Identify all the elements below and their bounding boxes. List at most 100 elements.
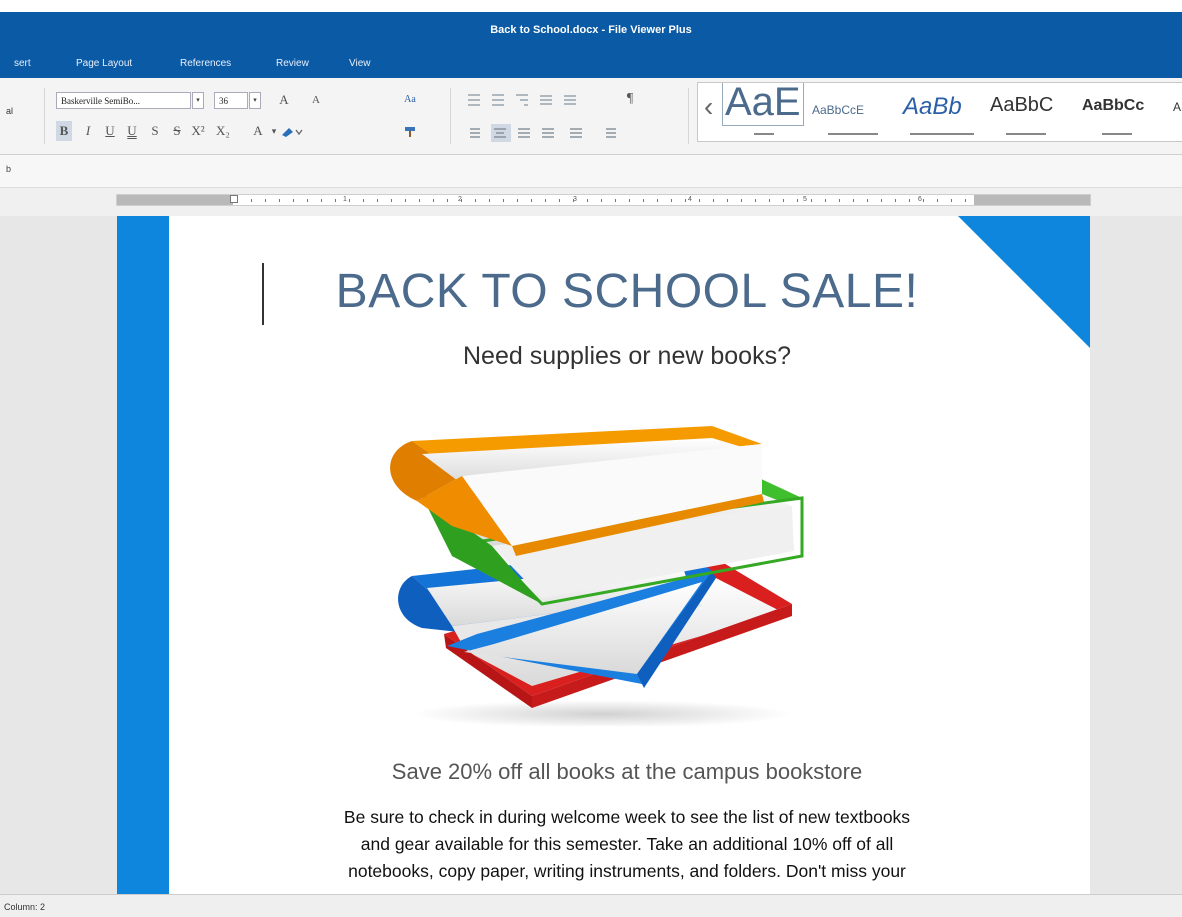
- ruler-tick: [643, 199, 644, 202]
- style-caption-placeholder: [828, 133, 878, 135]
- shrink-font-button[interactable]: A: [308, 90, 324, 110]
- document-body[interactable]: Be sure to check in during welcome week …: [237, 804, 1017, 885]
- ruler-tick: [405, 199, 406, 202]
- styles-gallery[interactable]: ‹ AaE AaBbCcE AaBb AaBbC AaBbCc A: [697, 82, 1182, 142]
- ruler-tick: [741, 199, 742, 202]
- ruler-tick: [755, 199, 756, 202]
- style-caption-placeholder: [910, 133, 974, 135]
- paragraph-align-icons: [470, 124, 616, 142]
- change-case-button[interactable]: Aa: [402, 90, 418, 110]
- style-heading-2[interactable]: AaBbCc: [1082, 97, 1144, 115]
- ruler-number: 4: [688, 196, 692, 203]
- ruler-tick: [279, 199, 280, 202]
- ruler-tick: [293, 199, 294, 202]
- italic-button[interactable]: I: [80, 121, 96, 141]
- ribbon-separator: [688, 88, 689, 144]
- ruler-tick: [615, 199, 616, 202]
- font-name-field[interactable]: Baskerville SemiBo...: [56, 92, 191, 109]
- left-accent-bar: [117, 216, 169, 894]
- strikethrough-button[interactable]: S: [147, 121, 163, 141]
- ruler-tick: [671, 199, 672, 202]
- style-heading-1[interactable]: AaBbC: [990, 94, 1053, 117]
- font-size-dropdown[interactable]: ▾: [249, 92, 261, 109]
- ruler-tick: [895, 199, 896, 202]
- toolbar-clipped-label: b: [6, 164, 12, 174]
- ruler-tick: [797, 199, 798, 202]
- ruler-tick: [349, 199, 350, 202]
- ruler-tick: [839, 199, 840, 202]
- ruler-tick: [965, 199, 966, 202]
- ruler-tick: [951, 199, 952, 202]
- document-page[interactable]: BACK TO SCHOOL SALE! Need supplies or ne…: [117, 216, 1090, 894]
- bold-button[interactable]: B: [56, 121, 72, 141]
- ruler-tick: [419, 199, 420, 202]
- style-title[interactable]: AaE: [722, 83, 804, 126]
- ruler-tick: [265, 199, 266, 202]
- ruler-tick: [881, 199, 882, 202]
- ruler-tick: [783, 199, 784, 202]
- style-more[interactable]: A: [1173, 100, 1181, 114]
- ruler-tick: [657, 199, 658, 202]
- ruler-tick: [923, 199, 924, 202]
- font-color-button[interactable]: A: [250, 121, 266, 141]
- document-title[interactable]: BACK TO SCHOOL SALE!: [217, 264, 1037, 319]
- tab-view[interactable]: View: [349, 58, 371, 69]
- ruler-tick: [461, 199, 462, 202]
- format-painter-icon[interactable]: [402, 123, 422, 139]
- show-formatting-button[interactable]: ¶: [622, 89, 638, 109]
- tab-references[interactable]: References: [180, 58, 231, 69]
- document-area[interactable]: BACK TO SCHOOL SALE! Need supplies or ne…: [0, 216, 1182, 894]
- styles-scroll-left-icon[interactable]: ‹: [704, 91, 713, 123]
- window-top-strip: [0, 0, 1182, 12]
- ruler-tick: [559, 199, 560, 202]
- ruler-tick: [713, 199, 714, 202]
- ruler-tick: [769, 199, 770, 202]
- ruler-tick: [321, 199, 322, 202]
- style-caption-placeholder: [1006, 133, 1046, 135]
- grow-font-button[interactable]: A: [276, 90, 292, 110]
- ruler-tick: [237, 199, 238, 202]
- ruler-tick: [251, 199, 252, 202]
- secondary-toolbar: b: [0, 155, 1182, 188]
- double-strikethrough-button[interactable]: S: [169, 121, 185, 141]
- ruler-tick: [377, 199, 378, 202]
- underline-button[interactable]: U: [102, 121, 118, 141]
- body-line: notebooks, copy paper, writing instrumen…: [348, 861, 906, 881]
- ruler-tick: [503, 199, 504, 202]
- tab-review[interactable]: Review: [276, 58, 309, 69]
- ruler-tick: [447, 199, 448, 202]
- ruler-tick: [489, 199, 490, 202]
- ruler-number: 1: [343, 196, 347, 203]
- save-headline[interactable]: Save 20% off all books at the campus boo…: [217, 759, 1037, 785]
- ruler-tick: [629, 199, 630, 202]
- style-subtitle[interactable]: AaBbCcE: [812, 103, 864, 117]
- ruler-tick: [699, 199, 700, 202]
- document-subtitle[interactable]: Need supplies or new books?: [217, 342, 1037, 371]
- ruler-tick: [307, 199, 308, 202]
- style-emphasis[interactable]: AaBb: [903, 93, 962, 121]
- ribbon-separator: [44, 88, 45, 144]
- ruler-left-margin: [117, 195, 233, 205]
- font-name-dropdown[interactable]: ▾: [192, 92, 204, 109]
- window-title: Back to School.docx - File Viewer Plus: [490, 24, 692, 36]
- tab-insert[interactable]: sert: [14, 58, 31, 69]
- ruler-tick: [517, 199, 518, 202]
- highlight-icon[interactable]: [280, 125, 308, 139]
- superscript-button[interactable]: X²: [190, 121, 206, 141]
- ruler-tick: [909, 199, 910, 202]
- style-caption-placeholder: [1102, 133, 1132, 135]
- status-bar: Column: 2: [0, 894, 1182, 917]
- ruler-tick: [475, 199, 476, 202]
- book-stack-image[interactable]: [382, 406, 822, 726]
- ruler-tick: [531, 199, 532, 202]
- double-underline-button[interactable]: U: [124, 121, 140, 141]
- subscript-button[interactable]: X₂: [215, 121, 231, 141]
- horizontal-ruler[interactable]: 1 2 3 4 5 6: [116, 194, 1091, 206]
- ruler-tick: [545, 199, 546, 202]
- ruler-tick: [601, 199, 602, 202]
- ribbon-tabs: sert Page Layout References Review View: [0, 48, 1182, 78]
- font-size-field[interactable]: 36: [214, 92, 248, 109]
- ruler-right-margin: [974, 195, 1090, 205]
- tab-page-layout[interactable]: Page Layout: [76, 58, 132, 69]
- status-column: Column: 2: [4, 902, 46, 912]
